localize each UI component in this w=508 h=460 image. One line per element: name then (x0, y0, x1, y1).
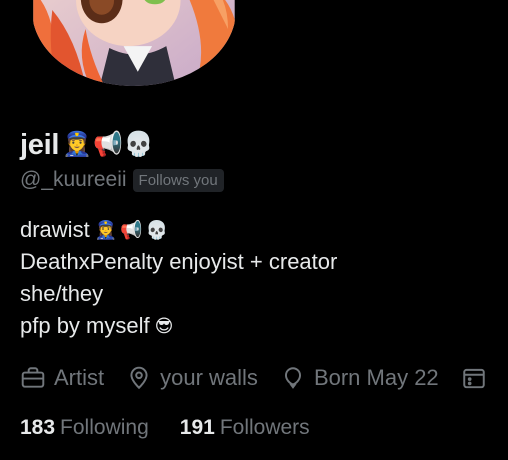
location-pin-icon (130, 366, 148, 390)
sunglasses-emoji: 😎 (154, 316, 174, 336)
calendar-icon (462, 368, 485, 389)
bio-line: she/they (20, 278, 337, 310)
followers-link[interactable]: 191 Followers (180, 416, 310, 440)
location-item: your walls (126, 365, 258, 391)
display-name: jeil (20, 128, 60, 161)
bio-text: drawist (20, 217, 90, 242)
display-name-row: jeil 👮‍♀️ 📢 💀 (20, 126, 154, 164)
bio-line: DeathxPenalty enjoyist + creator (20, 246, 337, 278)
profile-bio: drawist 👮‍♀️ 📢 💀 DeathxPenalty enjoyist … (20, 214, 337, 342)
follow-stats-row: 183 Following 191 Followers (20, 412, 341, 444)
following-label: Following (60, 416, 149, 439)
followers-count: 191 (179, 416, 215, 439)
name-emojis: 👮‍♀️ 📢 💀 (62, 133, 154, 157)
followers-label: Followers (219, 416, 310, 439)
skull-emoji: 💀 (123, 131, 154, 158)
bio-line: pfp by myself 😎 (20, 310, 337, 342)
follows-you-badge: Follows you (132, 168, 224, 192)
skull-emoji: 💀 (145, 220, 168, 240)
police-officer-emoji: 👮‍♀️ (94, 220, 118, 240)
user-handle: @_kuureeii (20, 168, 127, 191)
joined-item (461, 365, 495, 391)
birthday-label: Born May 22 (313, 365, 439, 390)
profession-label: Artist (54, 365, 105, 390)
briefcase-icon (21, 367, 45, 388)
profile-avatar[interactable] (28, 0, 240, 90)
megaphone-emoji: 📢 (93, 131, 123, 158)
police-officer-emoji: 👮‍♀️ (62, 131, 92, 158)
birthday-item: Born May 22 (280, 365, 439, 391)
following-count: 183 (20, 416, 56, 439)
bio-line: drawist 👮‍♀️ 📢 💀 (20, 214, 337, 246)
megaphone-emoji: 📢 (120, 220, 143, 240)
following-link[interactable]: 183 Following (20, 416, 149, 440)
profile-meta-row: Artist your walls Born May 22 (20, 360, 508, 396)
bio-text: DeathxPenalty enjoyist + creator (20, 249, 338, 274)
profession-item: Artist (20, 365, 104, 391)
balloon-icon (284, 367, 301, 389)
bio-text: she/they (20, 281, 104, 306)
location-label: your walls (160, 365, 258, 390)
handle-row: @_kuureeii Follows you (20, 166, 224, 194)
bio-text: pfp by myself (20, 313, 150, 338)
avatar-image (33, 0, 235, 86)
